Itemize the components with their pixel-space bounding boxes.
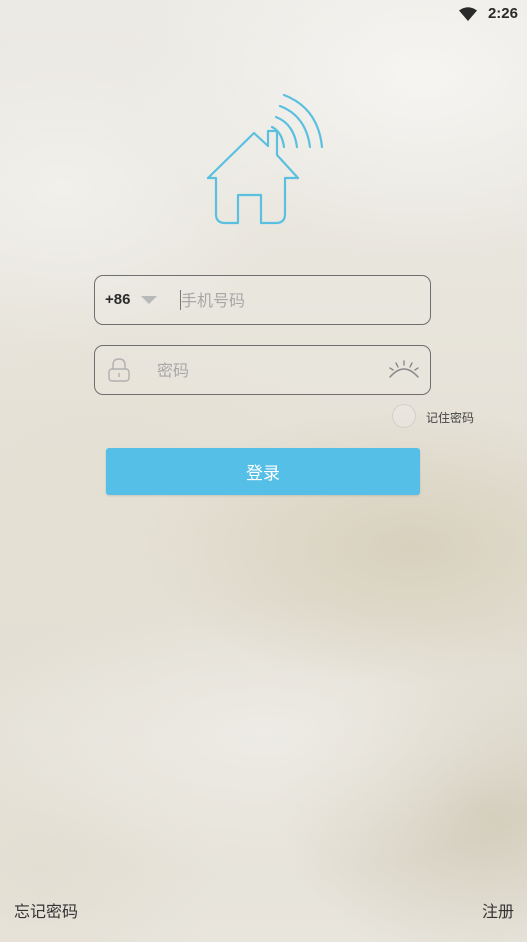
phone-input[interactable]	[181, 286, 411, 314]
phone-field[interactable]: +86	[94, 275, 431, 325]
remember-label: 记住密码	[426, 411, 475, 425]
password-field[interactable]	[94, 345, 431, 395]
lock-icon	[108, 358, 130, 382]
eye-closed-icon[interactable]	[388, 359, 420, 381]
status-bar: 2:26	[0, 0, 527, 28]
forgot-password-link[interactable]: 忘记密码	[14, 898, 78, 922]
caret-down-icon[interactable]	[141, 296, 157, 304]
country-code[interactable]: +86	[105, 291, 130, 308]
password-input[interactable]	[157, 356, 377, 384]
wifi-icon	[459, 7, 477, 21]
status-time: 2:26	[487, 5, 518, 22]
login-button[interactable]: 登录	[106, 448, 420, 495]
house-wifi-icon	[206, 93, 324, 225]
register-link[interactable]: 注册	[482, 898, 514, 922]
remember-checkbox[interactable]	[392, 404, 416, 428]
